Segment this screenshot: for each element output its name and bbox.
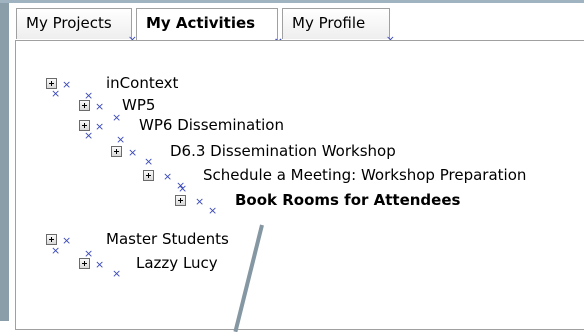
tree-node-label: Schedule a Meeting: Workshop Preparation — [203, 166, 527, 184]
cross-marker-icon: × — [195, 195, 205, 208]
tab-my-activities[interactable]: My Activities × — [136, 8, 283, 47]
plus-box-icon[interactable] — [111, 146, 122, 157]
tab-label: My Profile — [292, 14, 366, 32]
cross-marker-icon: × — [62, 234, 72, 247]
cross-marker-icon: × — [128, 146, 138, 159]
cross-marker-icon: × — [112, 111, 122, 124]
plus-box-icon[interactable] — [175, 195, 186, 206]
cross-marker-icon: × — [95, 258, 105, 271]
tree-node-label: Book Rooms for Attendees — [235, 191, 461, 209]
tab-my-profile[interactable]: My Profile × — [282, 8, 395, 45]
tree-node-label: D6.3 Dissemination Workshop — [170, 142, 396, 160]
plus-box-icon[interactable] — [143, 170, 154, 181]
cross-marker-icon: × — [84, 247, 94, 260]
window-left-border — [0, 3, 9, 321]
cross-marker-icon: × — [144, 155, 154, 168]
tab-label: My Projects — [26, 14, 112, 32]
cross-marker-icon: × — [163, 170, 173, 183]
tree-node-label: Master Students — [106, 230, 229, 248]
window-top-border — [0, 0, 584, 3]
tab-my-projects[interactable]: My Projects × — [16, 8, 137, 45]
cross-marker-icon: × — [51, 87, 61, 100]
cross-marker-icon: × — [84, 129, 94, 142]
cross-marker-icon: × — [62, 78, 72, 91]
cross-marker-icon: × — [112, 267, 122, 280]
tree-node-label: inContext — [106, 74, 179, 92]
cross-marker-icon: × — [51, 244, 61, 257]
tree-node-label: WP6 Dissemination — [139, 116, 284, 134]
cross-marker-icon: × — [84, 89, 94, 102]
activity-tree-panel — [15, 40, 584, 330]
cross-marker-icon: × — [208, 204, 218, 217]
tab-label: My Activities — [146, 14, 256, 32]
cross-marker-icon: × — [116, 133, 126, 146]
cross-marker-icon: × — [95, 120, 105, 133]
cross-marker-icon: × — [178, 182, 188, 195]
cross-marker-icon: × — [95, 100, 105, 113]
tree-node-label: Lazzy Lucy — [136, 254, 218, 272]
tree-node-label: WP5 — [122, 96, 156, 114]
